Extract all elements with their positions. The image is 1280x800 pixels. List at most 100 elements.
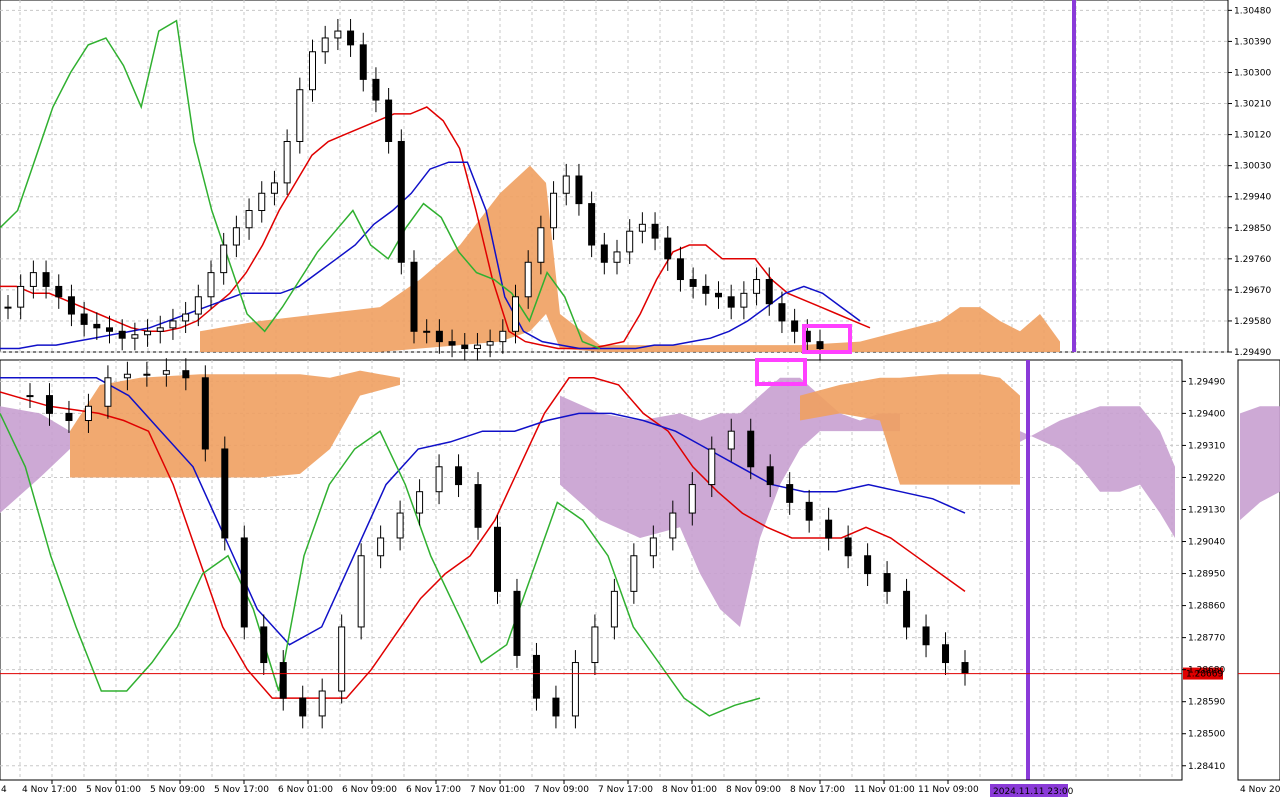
candle-bottom-body — [240, 537, 248, 628]
y-tick-label: 1.29940 — [1234, 193, 1271, 203]
y-tick-label: 1.29400 — [1188, 409, 1225, 419]
candle-bottom-body — [143, 373, 151, 376]
right-panel-x-tick: 4 Nov 202 — [1240, 785, 1280, 795]
candle-top-body — [575, 175, 583, 205]
candle-top-body — [486, 341, 494, 346]
candle-top-body — [296, 89, 304, 142]
candle-top-body — [55, 285, 63, 298]
candle-top-body — [588, 203, 596, 246]
y-tick-label: 1.28680 — [1188, 666, 1225, 676]
candle-bottom-body — [688, 484, 696, 514]
time-axis: 4 4 Nov 17:00 5 Nov 01:00 5 Nov 09:00 5 Nov … — [0, 779, 1280, 797]
candle-bottom-body — [377, 537, 385, 557]
candle-top-body — [423, 330, 431, 333]
x-tick-label: 6 Nov 17:00 — [406, 785, 461, 795]
candle-bottom-body — [201, 377, 209, 450]
x-tick-label: 11 Nov 09:00 — [918, 785, 979, 795]
candle-bottom-body — [26, 395, 34, 398]
x-tick-label: 5 Nov 01:00 — [86, 785, 141, 795]
candle-bottom-body — [669, 512, 677, 539]
candle-bottom-body — [786, 484, 794, 503]
candle-top-body — [245, 210, 253, 229]
y-tick-label: 1.29490 — [1234, 348, 1271, 358]
candle-top-body — [626, 230, 634, 253]
candle-bottom-body — [182, 370, 190, 379]
candle-top-body — [169, 320, 177, 329]
candle-top-body — [194, 296, 202, 315]
candle-top-body — [461, 344, 469, 350]
x-tick-label: 4 Nov 17:00 — [22, 785, 77, 795]
candle-top-body — [397, 140, 405, 263]
candle-bottom-body — [805, 501, 813, 521]
candle-top-body — [550, 192, 558, 229]
y-tick-label: 1.29760 — [1234, 255, 1271, 265]
y-tick-label: 1.30120 — [1234, 131, 1271, 141]
x-tick-label: 7 Nov 01:00 — [470, 785, 525, 795]
x-tick-label: 5 Nov 17:00 — [214, 785, 269, 795]
candle-top-body — [562, 175, 570, 194]
candle-bottom-body — [883, 573, 891, 592]
candle-top-body — [765, 279, 773, 305]
candle-bottom-body — [747, 430, 755, 468]
candle-bottom-body — [279, 662, 287, 699]
x-tick-label: 11 Nov 01:00 — [854, 785, 915, 795]
candle-bottom-body — [416, 491, 424, 514]
candle-bottom-body — [65, 412, 73, 422]
candle-bottom-body — [357, 555, 365, 628]
candle-bottom-body — [708, 448, 716, 486]
candle-bottom-body — [825, 519, 833, 539]
candle-top-body — [435, 330, 443, 343]
candle-bottom-body — [513, 590, 521, 656]
candle-top-body — [448, 341, 456, 346]
candle-top-body — [651, 223, 659, 239]
candle-bottom-body — [942, 644, 950, 664]
candle-top-body — [29, 272, 37, 287]
candle-top-body — [499, 330, 507, 343]
candle-top-body — [715, 292, 722, 298]
candle-top-body — [664, 237, 672, 260]
candle-top-body — [372, 78, 380, 101]
candle-top-body — [93, 323, 101, 329]
y-tick-label: 1.29850 — [1234, 224, 1271, 234]
candle-top-body — [144, 330, 152, 336]
candle-top-body — [753, 279, 761, 294]
candle-bottom-body — [104, 377, 112, 407]
x-tick-label: 6 Nov 09:00 — [342, 785, 397, 795]
candle-top-body — [270, 182, 278, 194]
candle-top-body — [207, 272, 215, 298]
candle-top-body — [537, 227, 545, 263]
candle-top-body — [67, 296, 75, 315]
candle-top-body — [17, 285, 25, 308]
candle-top-body — [778, 303, 786, 322]
y-tick-label: 1.29220 — [1188, 473, 1225, 483]
candle-top-body — [385, 99, 393, 142]
candle-bottom-body — [455, 466, 463, 486]
candle-top-body — [220, 244, 228, 274]
candle-top-body — [182, 313, 190, 322]
candle-top-body — [740, 292, 748, 308]
x-tick-label: 8 Nov 17:00 — [790, 785, 845, 795]
y-tick-label: 1.30210 — [1234, 100, 1271, 110]
candle-top-body — [258, 192, 266, 212]
candle-top-body — [232, 227, 240, 246]
candle-top-body — [410, 261, 418, 332]
candle-top-body — [309, 51, 316, 91]
candle-top-body — [106, 327, 113, 332]
y-tick-label: 1.28770 — [1188, 634, 1225, 644]
y-tick-label: 1.29040 — [1188, 538, 1225, 548]
top-panel-grid — [0, 0, 1229, 353]
candle-bottom-body — [727, 430, 735, 450]
x-tick-label: 4 — [1, 785, 7, 795]
candle-bottom-body — [45, 395, 53, 414]
candle-bottom-body — [591, 626, 599, 664]
y-tick-label: 1.29580 — [1234, 317, 1271, 327]
x-tick-label: 7 Nov 09:00 — [534, 785, 589, 795]
candle-bottom-body — [318, 690, 326, 717]
candle-bottom-body — [610, 590, 618, 628]
candle-bottom-body — [903, 590, 911, 628]
candle-bottom-body — [474, 484, 482, 528]
y-tick-label: 1.28410 — [1188, 762, 1225, 772]
candle-top-body — [689, 279, 697, 287]
candle-bottom-body — [260, 626, 268, 664]
candle-top-body — [638, 223, 646, 232]
